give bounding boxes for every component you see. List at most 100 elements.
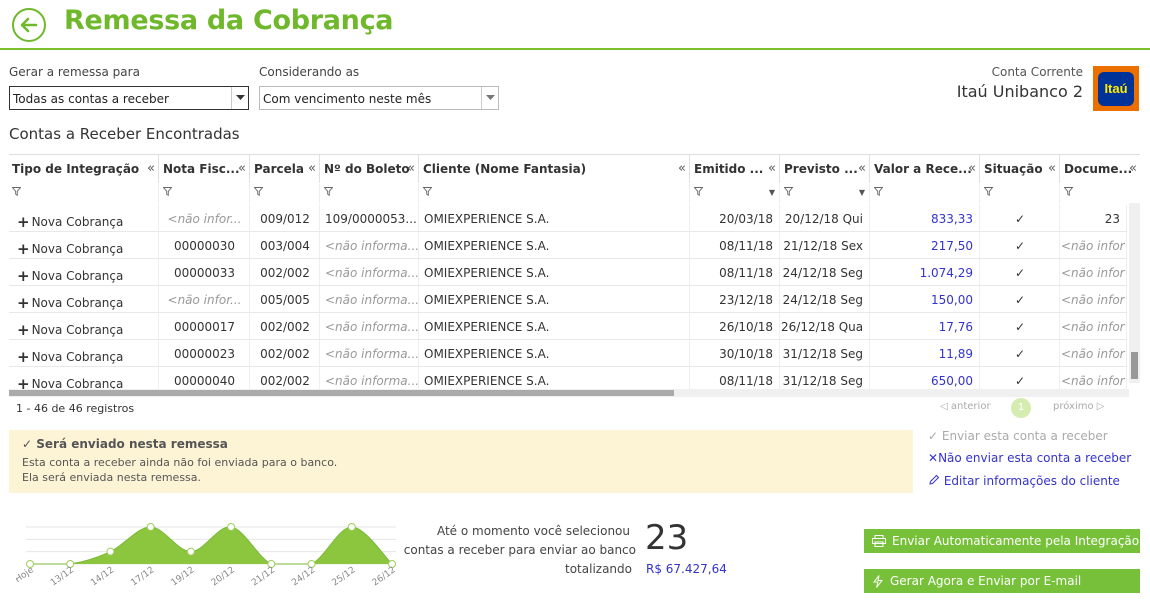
send-receivable-action[interactable]: ✓ Enviar esta conta a receber (928, 429, 1108, 443)
page-number[interactable]: 1 (1011, 398, 1031, 418)
chart-point[interactable] (347, 523, 356, 531)
chevron-right-icon: ▷ (1096, 401, 1105, 412)
cell-documento: <não infor (1061, 232, 1127, 258)
remessa-label: Gerar a remessa para (9, 65, 140, 79)
vertical-scroll-thumb[interactable] (1131, 352, 1138, 379)
cell-previsto: 21/12/18 Sex (781, 232, 870, 258)
cell-documento: <não infor (1061, 286, 1127, 312)
cell-valor: 17,76 (871, 313, 980, 339)
dropdown-icon[interactable]: ▼ (769, 188, 775, 197)
back-button[interactable] (12, 8, 46, 42)
filter-cell[interactable] (251, 184, 320, 204)
cell-cliente: OMIEXPERIENCE S.A. (420, 232, 690, 258)
collapse-icon[interactable]: « (1129, 161, 1137, 176)
bank-logo: Itaú (1093, 66, 1139, 111)
filter-icon (874, 187, 883, 196)
filter-icon (12, 187, 21, 196)
column-header-emitido[interactable]: Emitido ... « (691, 155, 780, 183)
chart-point[interactable] (186, 547, 195, 556)
filter-cell[interactable] (871, 184, 980, 204)
prev-page-button[interactable]: ◁ anterior (940, 401, 991, 412)
cell-previsto: 20/12/18 Qui (781, 205, 870, 231)
cell-situacao: ✓ (981, 340, 1060, 366)
collapse-icon[interactable]: « (1048, 161, 1056, 176)
cell-documento: <não infor (1061, 340, 1127, 366)
filter-icon (423, 187, 432, 196)
filter-cell[interactable]: ▼ (781, 184, 870, 204)
status-notice: ✓ Será enviado nesta remessa Esta conta … (9, 430, 913, 493)
table-row[interactable]: + Nova Cobrança <não infor... 005/005 <não i… (9, 286, 1127, 313)
filter-cell[interactable]: ▼ (691, 184, 780, 204)
column-header-tipo[interactable]: Tipo de Integração « (9, 155, 159, 183)
table-row[interactable]: + Nova Cobrança 00000017 002/002 <não inform… (9, 313, 1127, 340)
horizontal-scroll-thumb[interactable] (9, 390, 674, 396)
column-header-valor[interactable]: Valor a Rece... « (871, 155, 980, 183)
close-icon: ✕ (928, 451, 939, 465)
chart-area (30, 526, 392, 564)
collapse-icon[interactable]: « (238, 161, 246, 176)
filter-cell[interactable] (1061, 184, 1140, 204)
table-row[interactable]: + Nova Cobrança 00000023 002/002 <não inform… (9, 340, 1127, 367)
cell-boleto: <não informa... (321, 286, 419, 312)
column-header-boleto[interactable]: Nº do Boleto « (321, 155, 419, 183)
column-header-parcela[interactable]: Parcela « (251, 155, 320, 183)
filter-cell[interactable] (160, 184, 250, 204)
cell-valor: 11,89 (871, 340, 980, 366)
filter-cell[interactable] (981, 184, 1060, 204)
cell-parcela: 009/012 (251, 205, 320, 231)
collapse-icon[interactable]: « (407, 161, 415, 176)
filter-cell[interactable] (321, 184, 419, 204)
collapse-icon[interactable]: « (308, 161, 316, 176)
section-title: Contas a Receber Encontradas (9, 125, 240, 143)
cell-valor: 833,33 (871, 205, 980, 231)
filter-cell[interactable] (420, 184, 690, 204)
cell-documento: 23 (1061, 205, 1127, 231)
cell-nota: 00000017 (160, 313, 250, 339)
edit-client-action[interactable]: Editar informações do cliente (928, 474, 1120, 488)
collapse-icon[interactable]: « (768, 161, 776, 176)
cell-cliente: OMIEXPERIENCE S.A. (420, 313, 690, 339)
page-title: Remessa da Cobrança (64, 5, 394, 36)
table-row[interactable]: + Nova Cobrança 00000030 003/004 <não inform… (9, 232, 1127, 259)
bank-account-label: Conta Corrente (991, 65, 1083, 79)
collapse-icon[interactable]: « (678, 161, 686, 176)
collapse-icon[interactable]: « (968, 161, 976, 176)
cell-boleto: 109/0000053... (321, 205, 419, 231)
chart-x-tick-label: 26/12 (371, 565, 398, 588)
cell-valor: 1.074,29 (871, 259, 980, 285)
column-header-situacao[interactable]: Situação « (981, 155, 1060, 183)
column-header-documento[interactable]: Docume... « (1061, 155, 1140, 183)
next-page-button[interactable]: próximo ▷ (1053, 401, 1105, 412)
filter-icon (254, 187, 263, 196)
column-header-previsto[interactable]: Previsto ... « (781, 155, 870, 183)
chart-point[interactable] (106, 547, 115, 556)
column-header-nota[interactable]: Nota Fisc... « (160, 155, 250, 183)
chart-x-tick-label: 19/12 (170, 565, 197, 588)
notice-line: Esta conta a receber ainda não foi envia… (22, 456, 338, 469)
cell-tipo: + Nova Cobrança (9, 286, 159, 312)
chevron-down-icon[interactable] (231, 87, 248, 109)
chart-point[interactable] (146, 523, 155, 531)
notice-line: Ela será enviada nesta remessa. (22, 471, 202, 484)
table-row[interactable]: + Nova Cobrança 00000033 002/002 <não inform… (9, 259, 1127, 286)
dropdown-icon[interactable]: ▼ (859, 188, 865, 197)
cell-valor: 150,00 (871, 286, 980, 312)
chart-point[interactable] (227, 523, 236, 531)
filter-cell[interactable] (9, 184, 159, 204)
record-count: 1 - 46 de 46 registros (16, 402, 135, 415)
table-row[interactable]: + Nova Cobrança <não infor... 009/012 109/00… (9, 205, 1127, 232)
generate-email-button[interactable]: Gerar Agora e Enviar por E-mail (864, 569, 1140, 593)
column-header-cliente[interactable]: Cliente (Nome Fantasia) « (420, 155, 690, 183)
collapse-icon[interactable]: « (147, 161, 155, 176)
cell-previsto: 24/12/18 Seg (781, 259, 870, 285)
remessa-select[interactable]: Todas as contas a receber (9, 86, 249, 110)
chevron-down-icon[interactable] (481, 87, 498, 109)
cell-parcela: 002/002 (251, 259, 320, 285)
considerando-select[interactable]: Com vencimento neste mês (259, 86, 499, 110)
collapse-icon[interactable]: « (858, 161, 866, 176)
chart-x-tick-label: 14/12 (89, 565, 116, 588)
dont-send-receivable-action[interactable]: ✕Não enviar esta conta a receber (928, 451, 1131, 465)
send-auto-button[interactable]: Enviar Automaticamente pela Integração (864, 529, 1140, 553)
filter-icon (784, 187, 793, 196)
cell-tipo: + Nova Cobrança (9, 340, 159, 366)
